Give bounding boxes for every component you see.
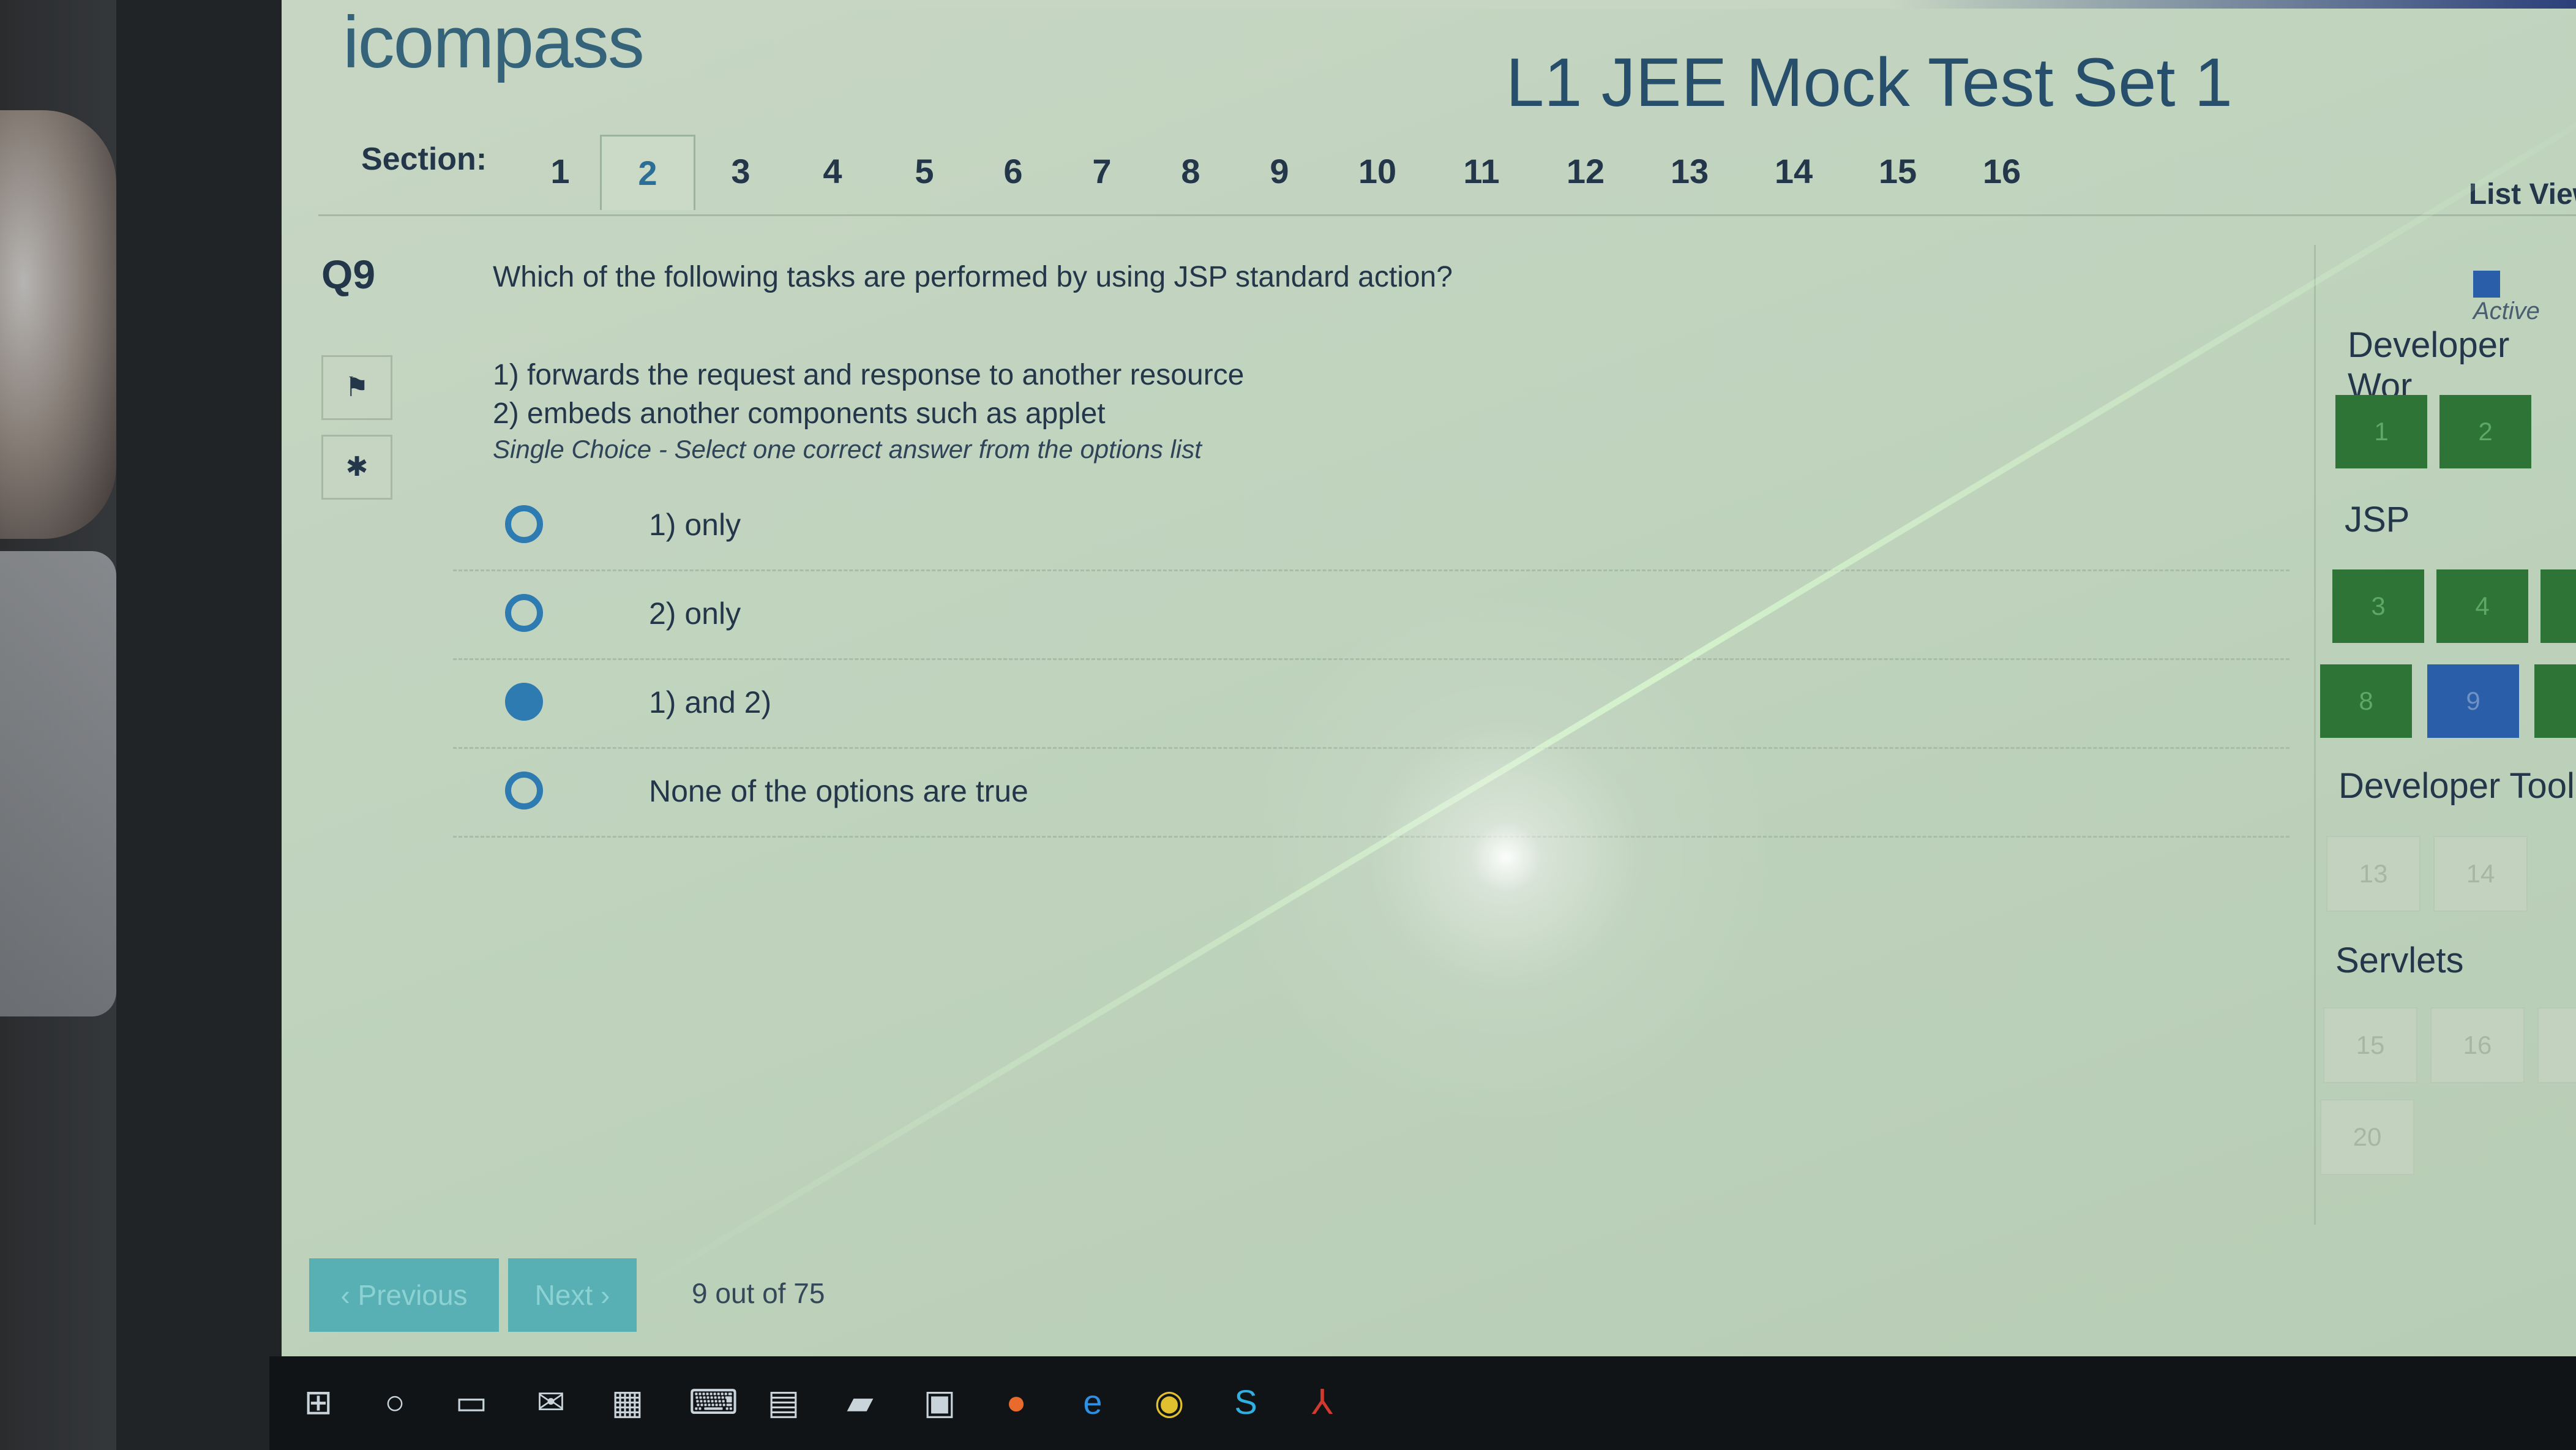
flag-button[interactable]: ⚑ [321,355,392,420]
palette-question-4[interactable]: 4 [2436,569,2528,643]
windows-start-icon[interactable]: ⊞ [300,1384,337,1421]
tab-section-3[interactable]: 3 [695,135,787,208]
acrobat-icon[interactable]: ⅄ [1304,1384,1341,1421]
tab-section-16[interactable]: 16 [1956,135,2048,208]
document-icon[interactable]: ▤ [765,1384,802,1421]
chrome-icon[interactable]: ◉ [1151,1384,1188,1421]
search-icon[interactable]: ○ [376,1384,413,1421]
sticky-notes-icon[interactable]: ▰ [842,1384,878,1421]
task-view-icon[interactable]: ▭ [453,1384,490,1421]
group-title-developer-tool: Developer Tool [2338,766,2575,806]
edge-icon[interactable]: e [1074,1384,1111,1421]
palette-question-9[interactable]: 9 [2427,664,2519,738]
keyboard-icon[interactable]: ⌨ [689,1384,738,1421]
screen: icompass L1 JEE Mock Test Set 1 Section:… [282,0,2576,1356]
tab-section-2[interactable]: 2 [600,135,695,210]
option-label-2: 2) only [649,596,741,631]
hand-in-photo [0,110,116,539]
option-radio-1[interactable] [505,505,543,543]
tab-section-14[interactable]: 14 [1748,135,1840,208]
option-label-4: None of the options are true [649,774,1028,808]
flag-icon: ⚑ [345,372,369,402]
palette-question-3[interactable]: 3 [2332,569,2424,643]
question-number: Q9 [321,252,376,297]
tab-section-9[interactable]: 9 [1234,135,1325,208]
option-label-1: 1) only [649,508,741,542]
calculator-icon[interactable]: ▦ [609,1384,646,1421]
option-1[interactable]: 1) only [453,484,2290,571]
section-tabs: Section: 1 2 3 4 5 6 7 8 9 10 11 12 13 1… [318,116,2576,216]
palette-question-1[interactable]: 1 [2335,395,2427,468]
group-title-servlets: Servlets [2335,941,2464,980]
group-title-jsp: JSP [2345,500,2410,539]
mail-icon[interactable]: ✉ [533,1384,569,1421]
tab-section-12[interactable]: 12 [1540,135,1631,208]
option-3[interactable]: 1) and 2) [453,661,2290,749]
taskbar: ⊞ ○ ▭ ✉ ▦ ⌨ ▤ ▰ ▣ ● e ◉ S ⅄ [269,1356,2576,1450]
keyboard-in-photo [0,551,116,1016]
section-label: Section: [361,141,487,177]
palette-question-13[interactable]: 13 [2326,836,2421,912]
palette-question-14[interactable]: 14 [2433,836,2528,912]
tab-section-13[interactable]: 13 [1644,135,1735,208]
tab-section-4[interactable]: 4 [787,135,878,208]
palette-question-8[interactable]: 8 [2320,664,2412,738]
palette-question-15[interactable]: 15 [2323,1007,2417,1083]
tab-section-5[interactable]: 5 [878,135,970,208]
tab-section-7[interactable]: 7 [1056,135,1148,208]
palette-question-16[interactable]: 16 [2430,1007,2525,1083]
palette-question-next[interactable] [2540,569,2576,643]
firefox-icon[interactable]: ● [998,1384,1035,1421]
tab-section-8[interactable]: 8 [1145,135,1237,208]
answer-hint: Single Choice - Select one correct answe… [493,435,1202,464]
remote-desktop-icon[interactable]: ▣ [921,1384,958,1421]
skype-icon[interactable]: S [1227,1384,1264,1421]
option-4[interactable]: None of the options are true [453,750,2290,838]
active-swatch [2473,271,2500,298]
palette-question-partial-2[interactable] [2537,1007,2576,1083]
option-radio-4[interactable] [505,772,543,810]
option-label-3: 1) and 2) [649,685,772,719]
palette-question-partial[interactable] [2534,664,2576,738]
statement-1: 1) forwards the request and response to … [493,359,1245,391]
legend-active: Active [2473,269,2576,325]
page-title: L1 JEE Mock Test Set 1 [1506,44,2233,121]
tab-section-10[interactable]: 10 [1331,135,1423,208]
group-title-developer-work: Developer Wor [2348,325,2510,406]
tab-section-6[interactable]: 6 [967,135,1059,208]
previous-button[interactable]: ‹ Previous [309,1258,499,1332]
tab-section-11[interactable]: 11 [1436,135,1527,208]
option-2[interactable]: 2) only [453,573,2290,660]
tab-section-1[interactable]: 1 [514,135,606,208]
bug-icon: ✱ [345,452,369,482]
question-text: Which of the following tasks are perform… [493,261,1453,293]
logo: icompass [343,1,645,83]
palette-question-2[interactable]: 2 [2439,395,2531,468]
option-radio-2[interactable] [505,594,543,632]
tab-section-15[interactable]: 15 [1852,135,1944,208]
report-bug-button[interactable]: ✱ [321,435,392,500]
palette-question-20[interactable]: 20 [2320,1099,2414,1175]
option-radio-3[interactable] [505,683,543,721]
next-button[interactable]: Next › [508,1258,637,1332]
question-progress: 9 out of 75 [692,1277,825,1309]
statement-2: 2) embeds another components such as app… [493,397,1106,430]
